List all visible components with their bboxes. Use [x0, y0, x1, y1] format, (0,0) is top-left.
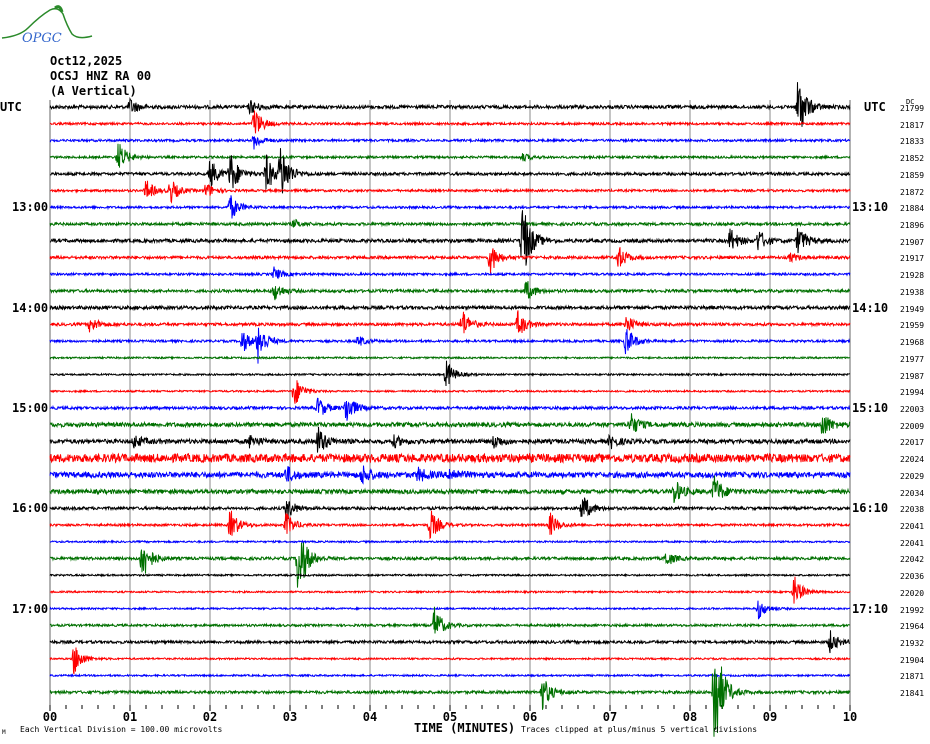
scale-note: Each Vertical Division = 100.00 microvol… — [20, 725, 223, 734]
dc-offset-label: 21841 — [900, 689, 925, 699]
dc-offset-label: 22029 — [900, 471, 925, 481]
dc-offset-label: 22036 — [900, 572, 925, 582]
left-hour-label: 15:00 — [12, 400, 49, 415]
x-tick-label: 10 — [842, 710, 858, 724]
dc-offset-label: 21907 — [900, 237, 925, 247]
dc-offset-label: 21959 — [900, 321, 925, 331]
left-hour-label: 14:00 — [12, 300, 49, 315]
dc-offset-label: 21799 — [900, 104, 925, 113]
dc-offset-label: 21904 — [900, 655, 925, 665]
dc-offset-label: 21949 — [900, 304, 925, 314]
x-tick-label: 06 — [522, 710, 538, 724]
left-hour-label: 16:00 — [12, 501, 49, 516]
dc-offset-label: 21852 — [900, 154, 925, 164]
dc-offset-label: 21992 — [900, 605, 925, 615]
dc-offset-label: 22034 — [900, 488, 925, 498]
dc-offset-label: 22038 — [900, 505, 925, 515]
dc-offset-label: 21977 — [900, 354, 925, 364]
right-hour-label: 15:10 — [852, 400, 889, 415]
dc-offset-label: 21884 — [900, 204, 925, 214]
clip-note: Traces clipped at plus/minus 5 vertical … — [521, 725, 758, 734]
x-tick-label: 04 — [362, 710, 378, 724]
dc-offset-label: 21964 — [900, 622, 925, 632]
x-tick-label: 02 — [202, 710, 218, 724]
right-hour-label: 13:10 — [852, 200, 889, 215]
right-hour-label: 14:10 — [852, 300, 889, 315]
dc-offset-label: 21859 — [900, 170, 925, 180]
x-axis-label: TIME (MINUTES) — [414, 721, 516, 735]
dc-offset-label: 21968 — [900, 338, 925, 348]
x-tick-label: 01 — [122, 710, 138, 724]
dc-offset-label: 21896 — [900, 221, 925, 231]
dc-offset-label: 21817 — [900, 120, 925, 130]
dc-offset-label: 21987 — [900, 371, 925, 381]
dc-offset-label: 21994 — [900, 388, 925, 398]
helicorder-plot — [49, 82, 851, 737]
dc-offset-label: 22003 — [900, 404, 925, 414]
left-hour-label: 17:00 — [12, 601, 49, 616]
dc-offset-label: 22009 — [900, 421, 925, 431]
x-tick-label: 07 — [602, 710, 618, 724]
dc-offset-label: 21932 — [900, 639, 925, 649]
dc-offset-label: 22041 — [900, 538, 925, 548]
dc-offset-label: 22042 — [900, 555, 925, 565]
corner-mark: M — [2, 729, 6, 736]
dc-offset-label: 21917 — [900, 254, 925, 264]
dc-offset-label: 21871 — [900, 672, 925, 682]
dc-offset-label: 21938 — [900, 287, 925, 297]
dc-offset-label: 21833 — [900, 137, 925, 147]
right-hour-label: 17:10 — [852, 601, 889, 616]
x-tick-label: 09 — [762, 710, 778, 724]
dc-offset-label: 21928 — [900, 271, 925, 281]
dc-offset-label: 22017 — [900, 438, 925, 448]
x-tick-label: 08 — [682, 710, 698, 724]
dc-offset-label: 21872 — [900, 187, 925, 197]
right-hour-label: 16:10 — [852, 501, 889, 516]
dc-offset-label: 22020 — [900, 588, 925, 598]
left-hour-label: 13:00 — [12, 200, 49, 215]
dc-offset-label: 22041 — [900, 522, 925, 531]
seismic-trace-34 — [49, 673, 850, 678]
x-tick-label: 00 — [42, 710, 58, 724]
dc-offset-label: 22024 — [900, 455, 925, 465]
x-tick-label: 03 — [282, 710, 298, 724]
